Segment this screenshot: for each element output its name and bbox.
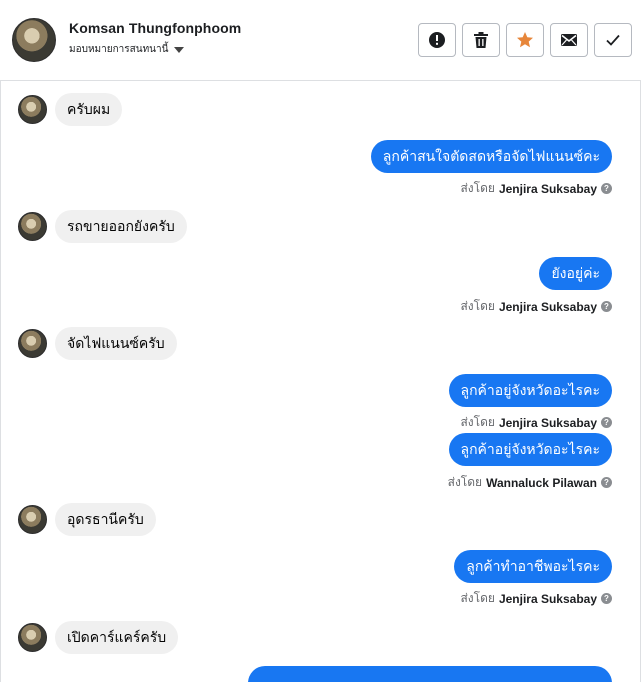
sent-prefix: ส่งโดย: [447, 475, 483, 489]
checkmark-icon: [606, 34, 620, 46]
action-toolbar: [418, 23, 632, 57]
message-bubble[interactable]: อุดรธานีครับ: [55, 503, 156, 536]
assign-label: มอบหมายการสนทนานี้: [69, 44, 169, 55]
avatar: [18, 505, 47, 534]
avatar: [18, 329, 47, 358]
message-bubble[interactable]: ลูกค้าสนใจตัดสดหรือจัดไฟแนนซ์คะ: [370, 140, 612, 173]
sender-name: Jenjira Suksabay: [498, 299, 597, 314]
conversation-header: Komsan Thungfonphoom มอบหมายการสนทนานี้: [0, 0, 641, 81]
sent-prefix: ส่งโดย: [460, 415, 495, 429]
mark-unread-button[interactable]: [550, 23, 588, 57]
help-icon[interactable]: ?: [601, 417, 612, 428]
sender-name: Jenjira Suksabay: [498, 591, 597, 606]
assign-conversation-dropdown[interactable]: มอบหมายการสนทนานี้: [69, 42, 185, 57]
message-bubble[interactable]: ครับผม: [55, 93, 123, 126]
avatar: [18, 623, 47, 652]
sent-by-label: ส่งโดย Jenjira Suksabay ?: [460, 179, 612, 198]
star-button[interactable]: [506, 23, 544, 57]
message-bubble[interactable]: รถขายออกยังครับ: [55, 210, 187, 243]
sent-by-label: ส่งโดย Jenjira Suksabay ?: [460, 589, 612, 608]
message-bubble[interactable]: เปิดคาร์แคร์ครับ: [55, 621, 179, 654]
caret-down-icon: [174, 47, 185, 53]
message-incoming: จัดไฟแนนซ์ครับ: [18, 327, 177, 360]
message-incoming: อุดรธานีครับ: [18, 503, 156, 536]
sent-by-label: ส่งโดย Jenjira Suksabay ?: [460, 297, 612, 316]
avatar: [18, 212, 47, 241]
sender-name: Wannaluck Pilawan: [486, 475, 597, 490]
message-bubble[interactable]: ลูกค้าทำอาชีพอะไรคะ: [454, 550, 612, 583]
sent-by-label: ส่งโดย Wannaluck Pilawan ?: [448, 473, 612, 492]
message-incoming: ครับผม: [18, 93, 123, 126]
sent-by-label: ส่งโดย Jenjira Suksabay ?: [460, 413, 612, 432]
sent-prefix: ส่งโดย: [460, 181, 495, 195]
message-bubble[interactable]: ลูกค้าอยู่จังหวัดอะไรคะ: [448, 374, 612, 407]
sent-prefix: ส่งโดย: [460, 591, 495, 605]
sent-prefix: ส่งโดย: [460, 299, 495, 313]
trash-icon: [474, 32, 488, 48]
help-icon[interactable]: ?: [601, 183, 612, 194]
alert-icon: [429, 32, 445, 48]
avatar: [18, 95, 47, 124]
help-icon[interactable]: ?: [601, 477, 612, 488]
mark-done-button[interactable]: [594, 23, 632, 57]
help-icon[interactable]: ?: [601, 593, 612, 604]
message-bubble[interactable]: จัดไฟแนนซ์ครับ: [55, 327, 177, 360]
help-icon[interactable]: ?: [601, 301, 612, 312]
star-icon: [517, 32, 533, 48]
message-bubble[interactable]: ยังอยู่ค่ะ: [539, 257, 612, 290]
message-incoming: รถขายออกยังครับ: [18, 210, 187, 243]
sender-name: Jenjira Suksabay: [498, 415, 597, 430]
envelope-icon: [561, 34, 577, 46]
delete-button[interactable]: [462, 23, 500, 57]
avatar[interactable]: [12, 18, 56, 62]
contact-name[interactable]: Komsan Thungfonphoom: [69, 20, 241, 36]
message-bubble[interactable]: ลูกค้าอยู่จังหวัดอะไรคะ: [448, 433, 612, 466]
message-list[interactable]: ครับผม ลูกค้าสนใจตัดสดหรือจัดไฟแนนซ์คะ ส…: [0, 81, 641, 682]
sender-name: Jenjira Suksabay: [498, 181, 597, 196]
message-bubble-partial[interactable]: [248, 666, 612, 682]
message-incoming: เปิดคาร์แคร์ครับ: [18, 621, 179, 654]
mark-spam-button[interactable]: [418, 23, 456, 57]
